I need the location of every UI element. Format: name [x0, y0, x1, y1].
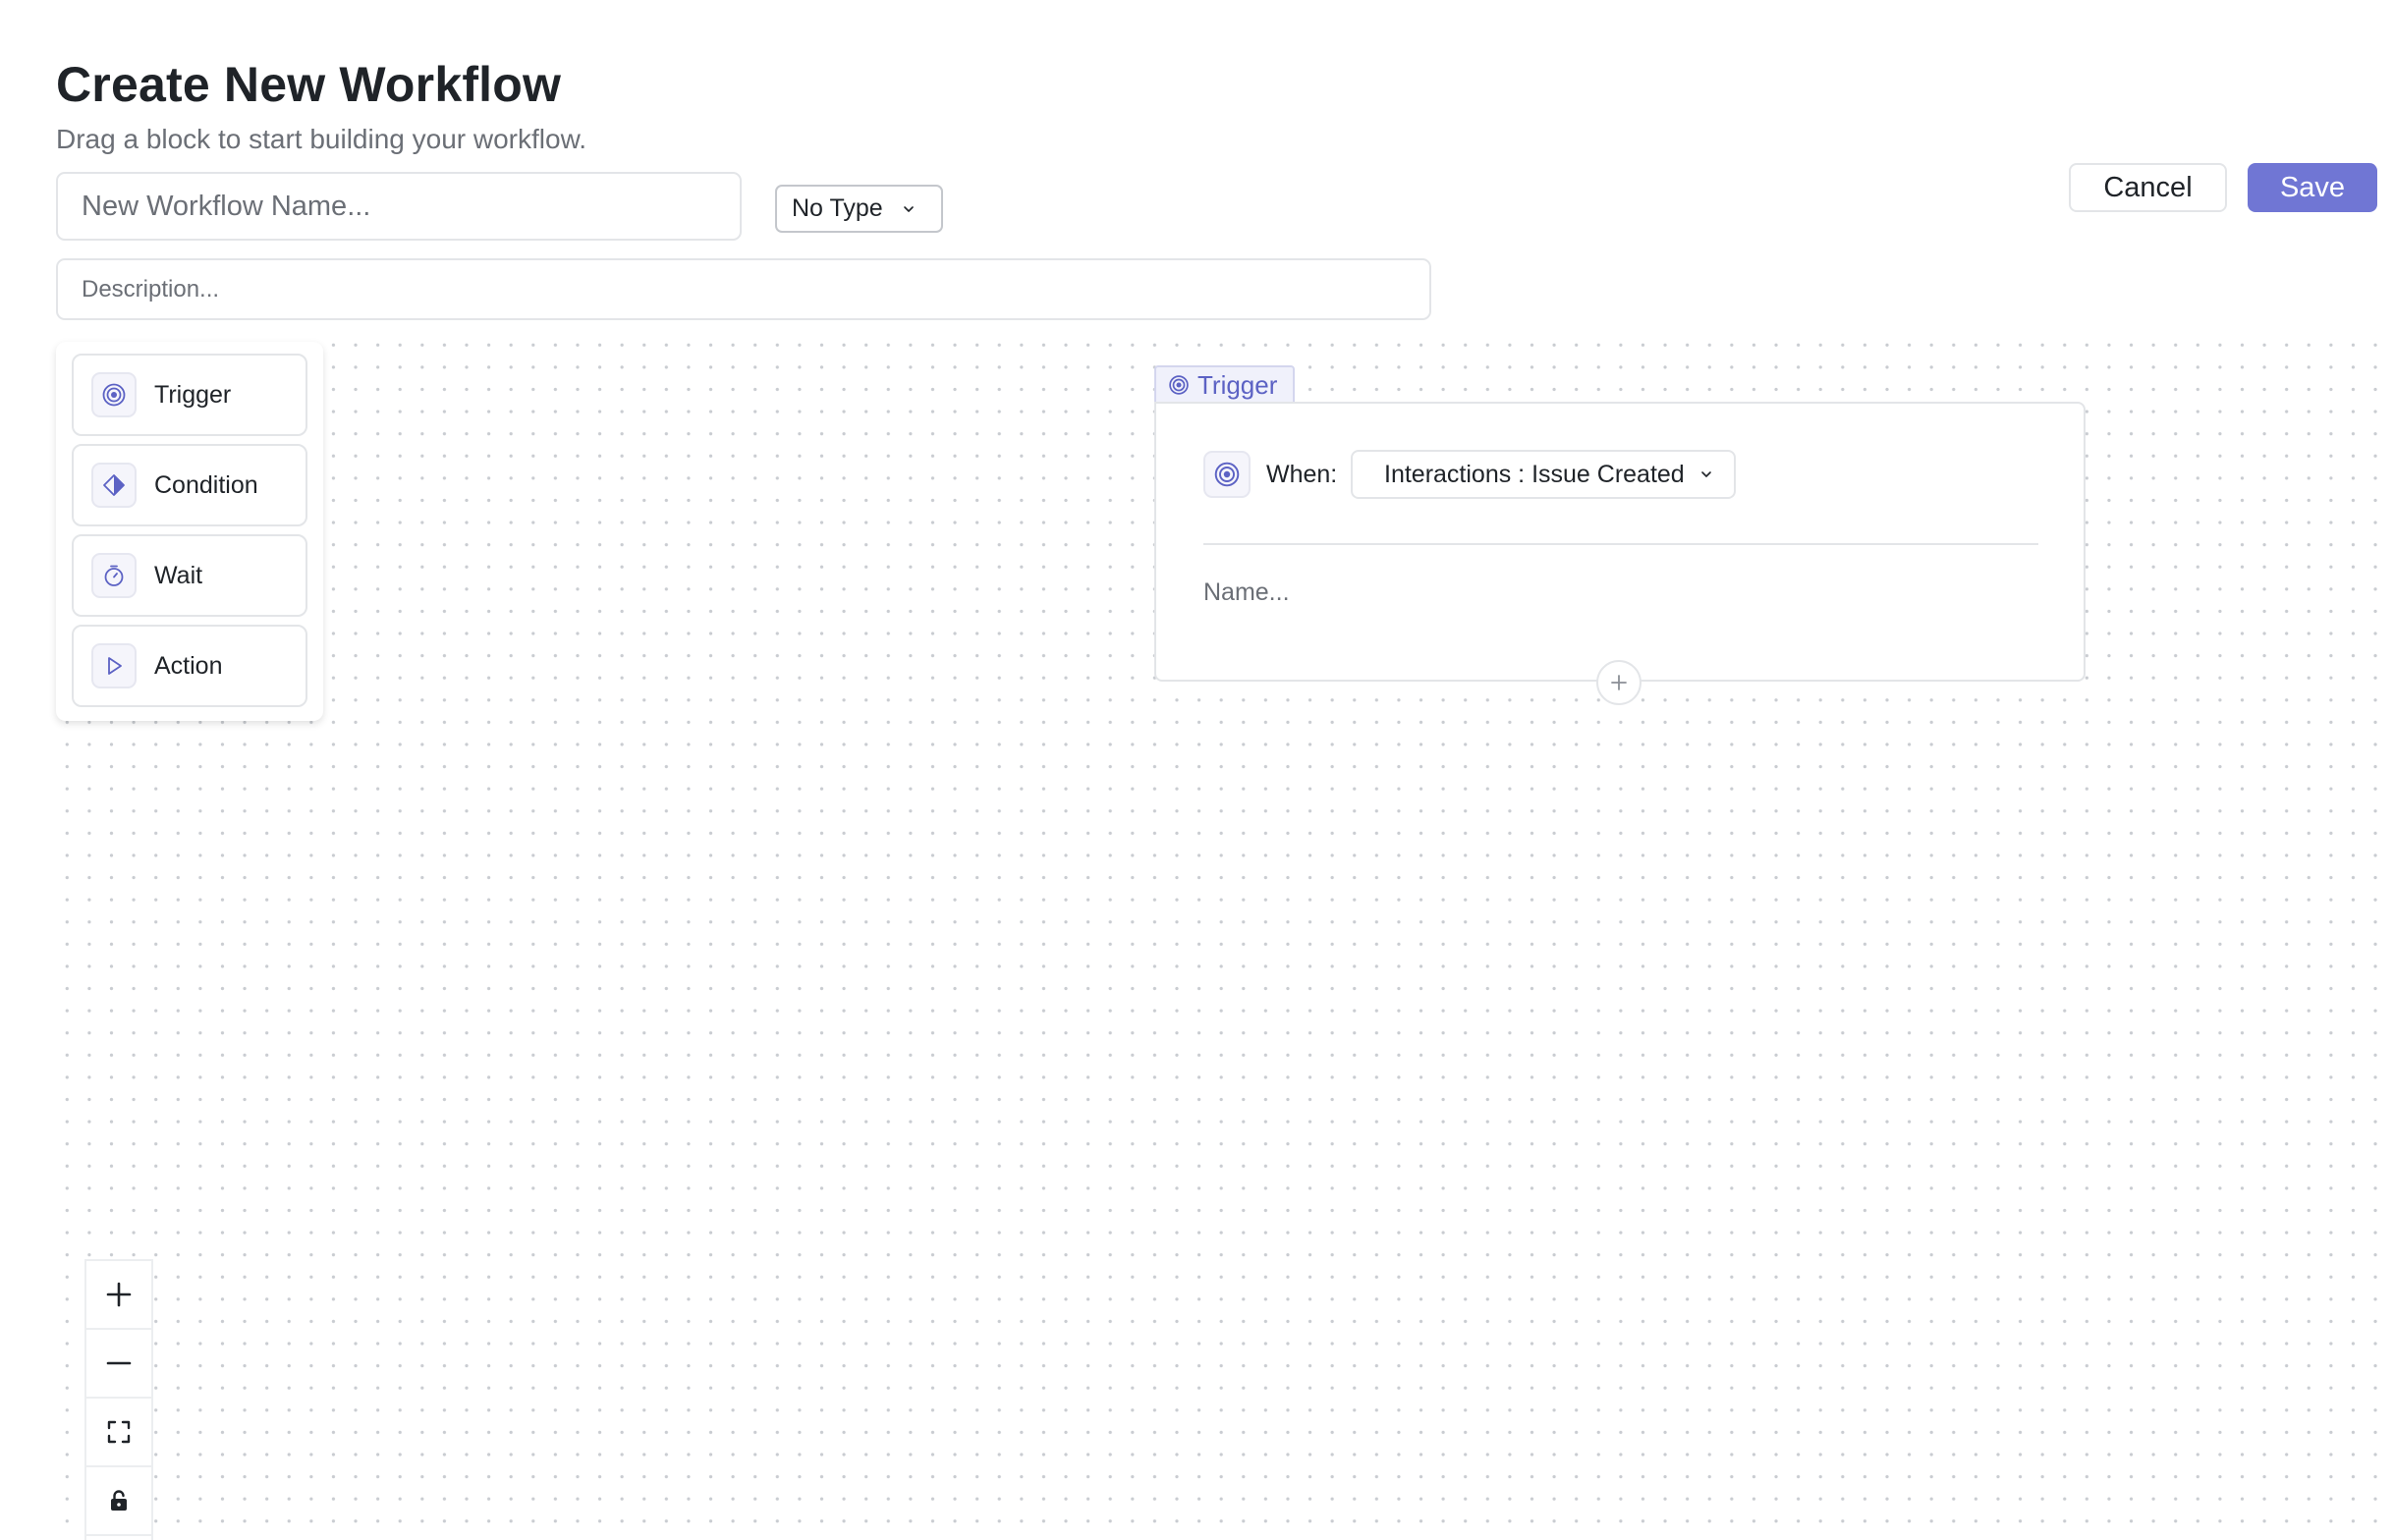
add-step-button[interactable]	[1596, 660, 1642, 705]
palette-item-label: Action	[154, 651, 223, 680]
palette-item-trigger[interactable]: Trigger	[72, 354, 307, 436]
page-subtitle: Drag a block to start building your work…	[56, 124, 587, 154]
trigger-node[interactable]: When: Interactions : Issue Created	[1154, 402, 2086, 682]
page-header: Create New Workflow Drag a block to star…	[56, 51, 586, 157]
plus-icon	[106, 1282, 132, 1307]
target-icon	[91, 372, 137, 417]
plus-icon	[1611, 675, 1627, 690]
zoom-out-button[interactable]	[86, 1330, 151, 1399]
trigger-event-select[interactable]: Interactions : Issue Created	[1351, 450, 1736, 499]
trigger-node-tab[interactable]: Trigger	[1154, 365, 1295, 403]
palette-item-label: Wait	[154, 561, 203, 589]
palette-item-label: Trigger	[154, 380, 232, 409]
when-label: When:	[1266, 461, 1338, 488]
canvas-controls	[84, 1259, 153, 1540]
fit-view-button[interactable]	[86, 1399, 151, 1467]
workflow-description-input[interactable]	[56, 258, 1431, 320]
stopwatch-icon	[91, 553, 137, 598]
fit-view-icon	[107, 1420, 131, 1444]
lock-icon	[111, 1490, 127, 1511]
workflow-type-value: No Type	[792, 194, 883, 222]
target-icon	[1203, 451, 1251, 498]
palette-item-action[interactable]: Action	[72, 625, 307, 707]
save-button[interactable]: Save	[2248, 163, 2377, 212]
palette-item-label: Condition	[154, 470, 258, 499]
zoom-in-button[interactable]	[86, 1261, 151, 1330]
minus-icon	[106, 1361, 132, 1365]
workflow-type-select[interactable]: No Type	[775, 185, 943, 233]
play-icon	[91, 643, 137, 688]
chevron-down-icon	[903, 205, 914, 212]
target-icon	[1169, 375, 1189, 395]
lock-button[interactable]	[86, 1467, 151, 1536]
trigger-node-tab-label: Trigger	[1197, 369, 1278, 400]
palette-item-wait[interactable]: Wait	[72, 534, 307, 617]
cancel-button[interactable]: Cancel	[2069, 163, 2227, 212]
chevron-down-icon	[1700, 471, 1711, 477]
palette-item-condition[interactable]: Condition	[72, 444, 307, 526]
node-divider	[1203, 543, 2038, 545]
trigger-event-value: Interactions : Issue Created	[1384, 460, 1685, 488]
workflow-name-input[interactable]	[56, 172, 742, 241]
page-title: Create New Workflow	[56, 57, 562, 112]
trigger-name-input[interactable]	[1203, 573, 1793, 612]
diamond-icon	[91, 463, 137, 508]
block-palette: Trigger Condition Wait Action	[56, 342, 323, 721]
